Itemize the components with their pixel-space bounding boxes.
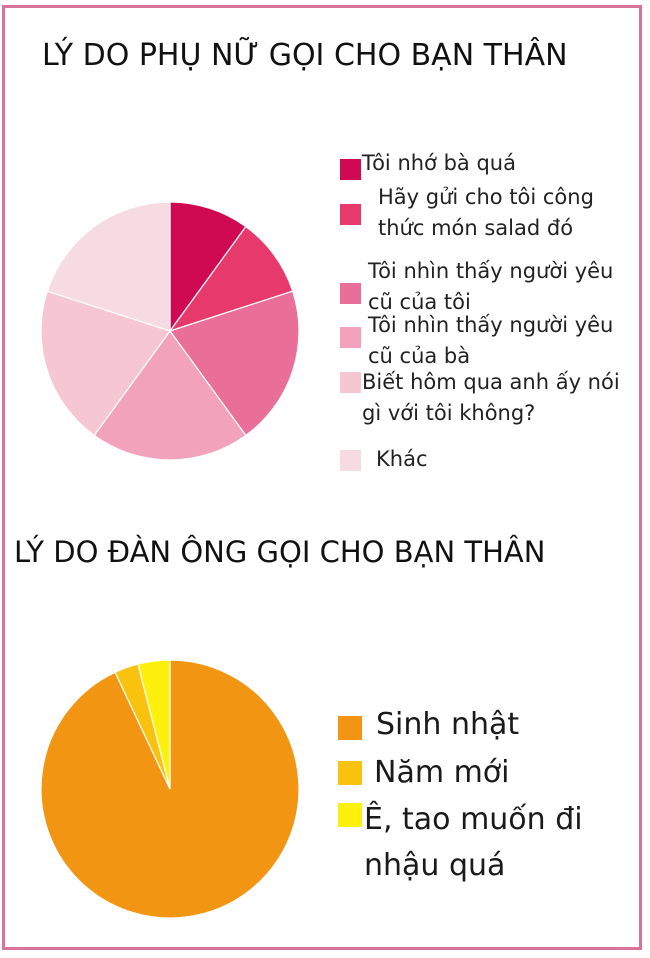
men-legend-label-3: Ê, tao muốn đi nhậu quá (364, 802, 583, 883)
women-legend-label-3: Tôi nhìn thấy người yêu cũ của tôi (368, 259, 614, 314)
men-legend-label-2: Năm mới (374, 755, 510, 790)
men-chart-title: LÝ DO ĐÀN ÔNG GỌI CHO BẠN THÂN (14, 535, 546, 569)
women-legend-label-4: Tôi nhìn thấy người yêu cũ của bà (368, 313, 614, 368)
women-legend-swatch-4 (340, 327, 361, 348)
women-legend-label-1: Tôi nhớ bà quá (362, 151, 516, 175)
men-legend-swatch-3 (338, 803, 362, 827)
men-legend-swatch-1 (338, 716, 362, 740)
men-pie-chart (40, 659, 300, 919)
women-legend-swatch-6 (340, 450, 361, 471)
men-legend-swatch-2 (338, 761, 362, 785)
women-pie-chart (40, 201, 300, 461)
women-legend-label-2: Hãy gửi cho tôi công thức món salad đó (378, 185, 594, 240)
women-legend-swatch-5 (340, 372, 361, 393)
women-chart-title: LÝ DO PHỤ NỮ GỌI CHO BẠN THÂN (42, 38, 568, 73)
women-legend-swatch-3 (340, 283, 361, 304)
women-legend-label-5: Biết hôm qua anh ấy nói gì với tôi không… (362, 370, 620, 425)
women-legend-swatch-1 (340, 159, 361, 180)
women-legend-label-6: Khác (376, 447, 428, 471)
women-legend-swatch-2 (340, 204, 361, 225)
men-legend-label-1: Sinh nhật (376, 707, 520, 742)
